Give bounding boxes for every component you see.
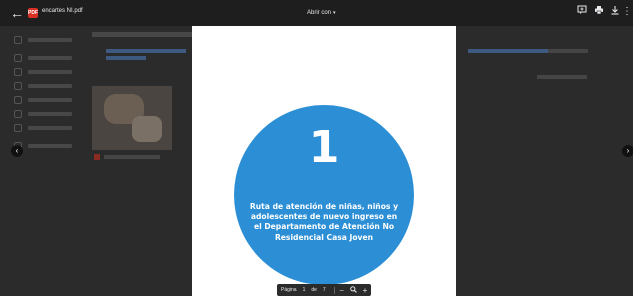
new-icon [14,36,22,44]
zoom-icon[interactable] [349,285,357,295]
next-file-button[interactable]: › [622,145,633,157]
thumbnail-pdf-icon [94,154,100,160]
previous-file-button[interactable]: ‹ [11,145,23,157]
comment-icon[interactable] [575,5,589,19]
file-thumbnail [92,86,172,150]
section-number: 1 [308,122,340,173]
page-of-label: de [311,287,317,293]
chevron-left-icon: ‹ [15,146,19,155]
sidebar-item [14,36,74,44]
blue-circle: 1 Ruta de atención de niñas, niños y ado… [234,105,414,285]
file-name: encartes NI.pdf [42,8,83,14]
sidebar-item [14,68,74,76]
chevron-right-icon: › [626,146,630,155]
drive-icon [14,54,22,62]
page-number-input[interactable]: 1 [303,287,306,293]
computer-icon [14,68,22,76]
chevron-down-icon: ▾ [333,10,336,16]
viewer-topbar: ← PDF encartes NI.pdf Abrir con ▾ ⋮ [0,0,633,26]
open-with-button[interactable]: Abrir con ▾ [301,7,342,19]
shared-icon [14,82,22,90]
sidebar-item [14,124,74,132]
print-icon[interactable] [592,5,606,19]
pdf-page: 1 Ruta de atención de niñas, niños y ado… [192,26,456,296]
back-arrow-icon[interactable]: ← [9,5,25,21]
zoom-out-icon[interactable]: – [340,287,344,294]
recent-icon [14,96,22,104]
page-controls: Página 1 de 7 – + [277,284,371,296]
divider [333,286,335,294]
page-total: 7 [322,287,326,293]
zoom-in-icon[interactable]: + [363,286,368,295]
sidebar-item [14,96,74,104]
pdf-file-icon: PDF [28,8,38,18]
page-label: Página [281,287,297,293]
toolbar-placeholder [548,49,588,53]
section-title: Ruta de atención de niñas, niños y adole… [249,202,399,242]
sidebar-item [14,110,74,118]
thumbnail-caption [104,155,160,159]
sort-placeholder [537,75,587,79]
breadcrumb [92,32,202,37]
more-vert-icon[interactable]: ⋮ [620,5,633,19]
sidebar-item [14,54,74,62]
trash-icon [14,124,22,132]
open-with-label: Abrir con [307,10,332,16]
sidebar-item [14,82,74,90]
sidebar-item [14,142,74,150]
starred-icon [14,110,22,118]
